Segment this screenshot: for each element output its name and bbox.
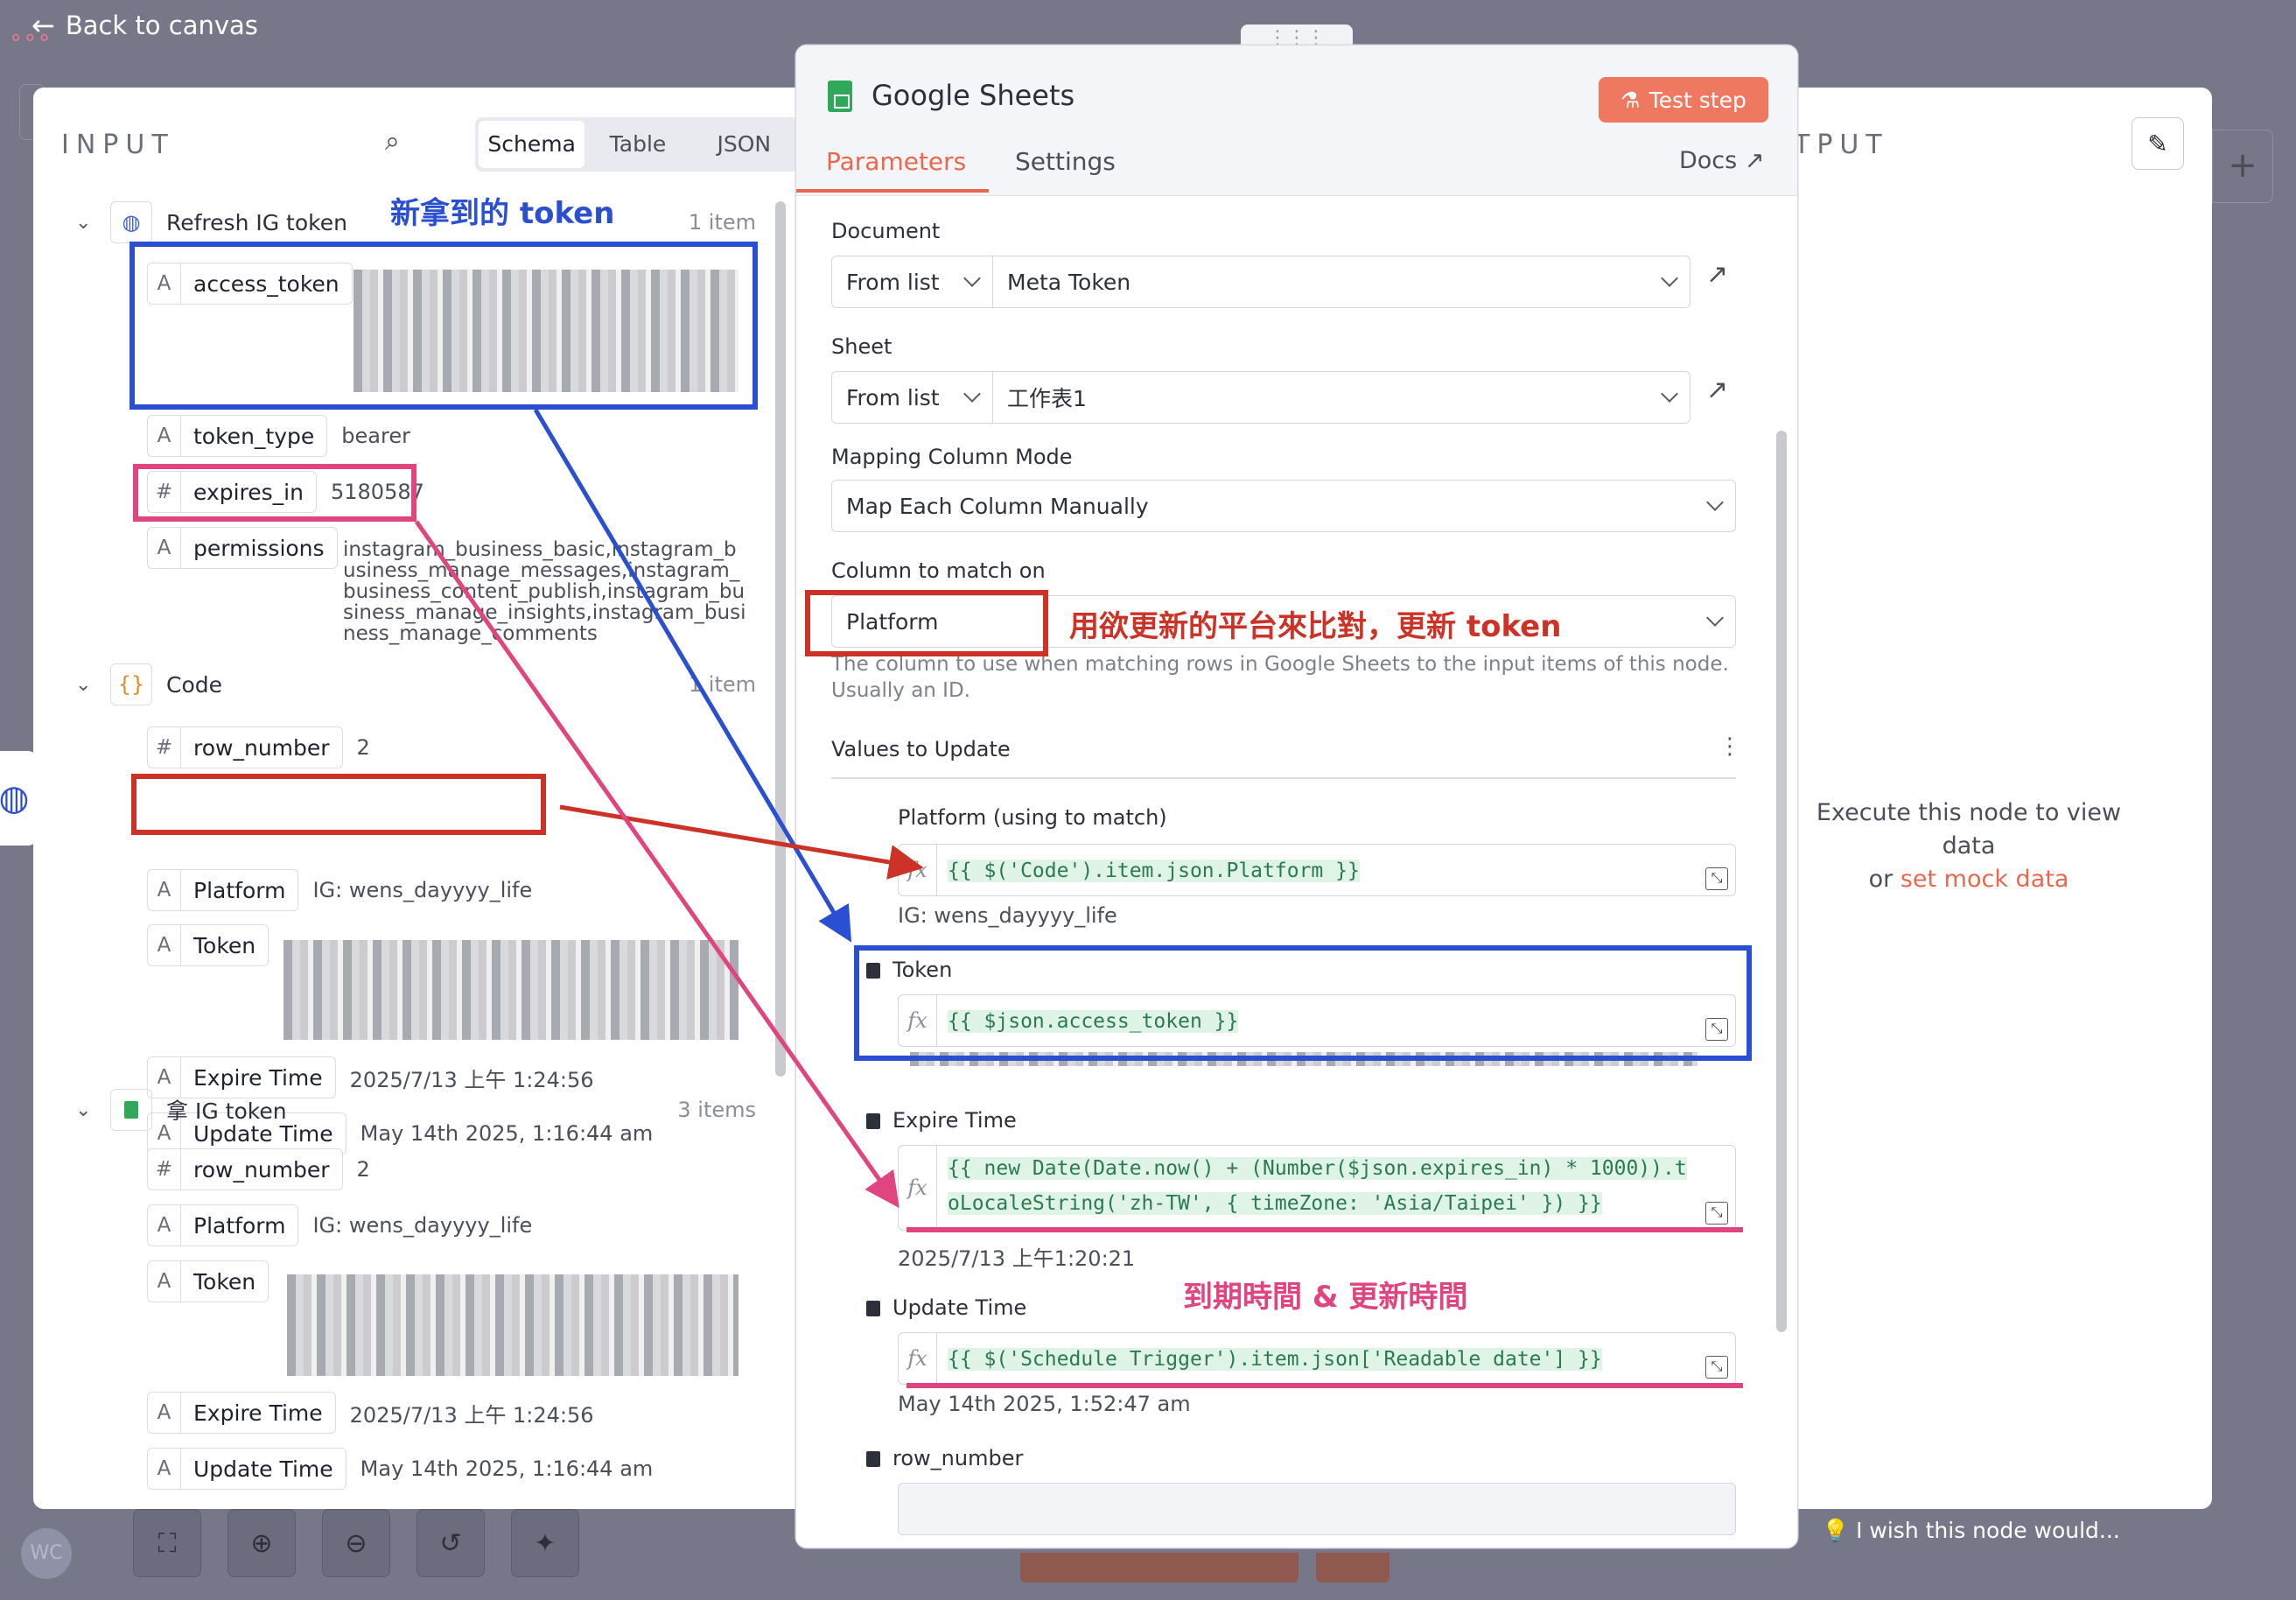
arrow-red: [559, 804, 924, 880]
annotation-arrows: [414, 408, 924, 1209]
arrow-pink: [414, 520, 900, 1209]
arrow-blue: [533, 408, 852, 943]
